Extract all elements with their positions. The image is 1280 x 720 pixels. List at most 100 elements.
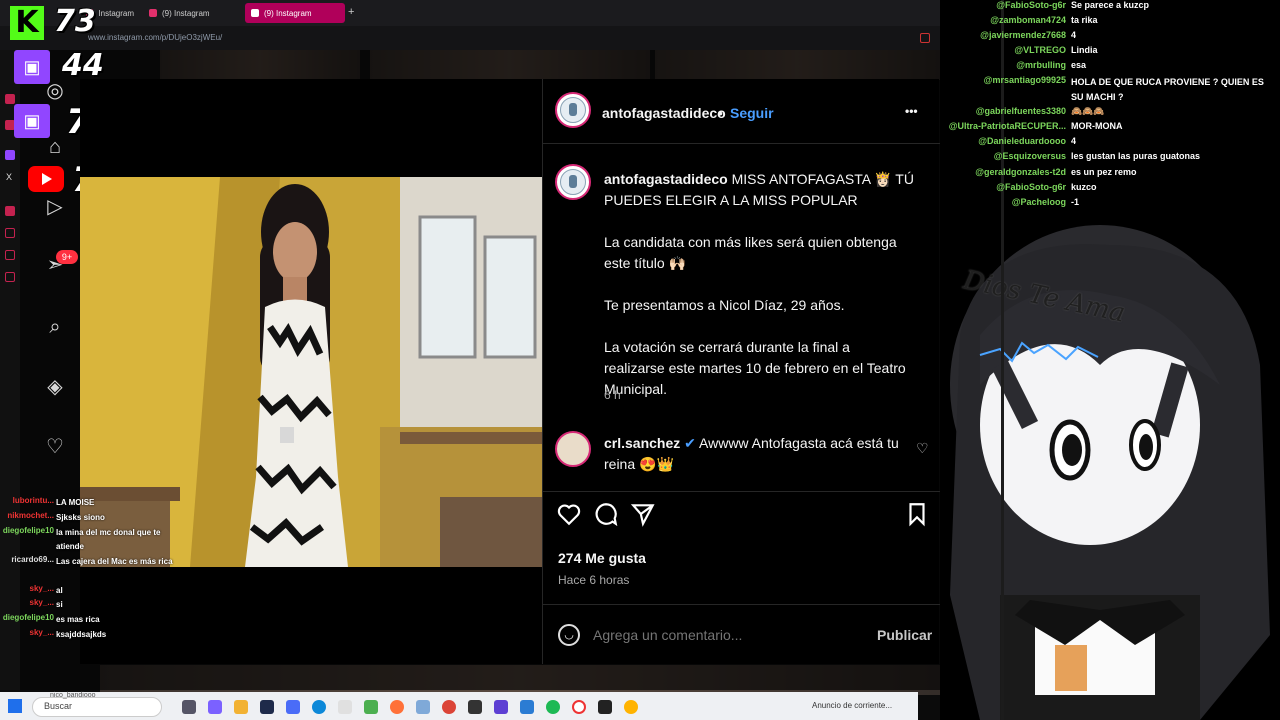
caption-author[interactable]: antofagastadideco	[604, 171, 728, 187]
notifications-heart-icon[interactable]: ♡	[42, 434, 68, 460]
youtube-logo	[28, 166, 64, 192]
chat-username[interactable]: @FabioSoto-g6r	[996, 0, 1066, 10]
live-chat-left: luborintu... LA MOISE nikmochet... Sjksks s…	[0, 495, 200, 675]
chat-username[interactable]: @zamboman4724	[990, 15, 1066, 25]
commenter-avatar[interactable]	[555, 431, 591, 467]
chat-message: Se parece a kuzcp	[1071, 0, 1150, 10]
chat-username[interactable]: @FabioSoto-g6r	[996, 182, 1066, 192]
chat-username[interactable]: diegofelipe10	[3, 526, 54, 535]
verified-badge-icon: ✔	[684, 435, 696, 451]
app-icon[interactable]	[598, 700, 612, 714]
caption-author-avatar[interactable]	[555, 164, 591, 200]
sidebar-app-icon[interactable]	[5, 228, 15, 238]
chat-message: -1	[1071, 197, 1080, 207]
app-icon[interactable]	[546, 700, 560, 714]
live-chat-right: @FabioSoto-g6r Se parece a kuzcp @zamboman…	[940, 0, 1280, 215]
vegas-icon[interactable]	[260, 700, 274, 714]
chat-username[interactable]: @Danieleduardoooo	[978, 136, 1066, 146]
sidebar-app-icon[interactable]	[5, 272, 15, 282]
twitch-viewer-count-1: 44	[62, 48, 104, 83]
app-icon[interactable]	[364, 700, 378, 714]
save-bookmark-icon[interactable]	[904, 501, 930, 527]
caption-line-3: Te presentamos a Nicol Díaz, 29 años.	[604, 297, 845, 313]
kick-viewer-count: 73	[54, 4, 96, 39]
opera-icon[interactable]	[572, 700, 586, 714]
chat-username[interactable]: ricardo69...	[11, 555, 54, 564]
comment-like-heart-icon[interactable]: ♡	[916, 440, 929, 457]
search-icon[interactable]: ⌕	[42, 314, 68, 340]
chat-message: al	[56, 586, 63, 595]
app-icon[interactable]	[468, 700, 482, 714]
taskbar-notification[interactable]: Anuncio de corriente...	[812, 701, 892, 710]
chat-username[interactable]: sky_...	[30, 628, 54, 637]
app-icon[interactable]	[520, 700, 534, 714]
post-details-panel: antofagastadideco • Seguir ••• antofagas…	[542, 79, 940, 664]
follow-button[interactable]: Seguir	[730, 103, 774, 124]
windows-start-icon[interactable]	[8, 699, 22, 713]
chat-username[interactable]: @Ultra-PatriotaRECUPER...	[949, 121, 1066, 131]
twitch-icon[interactable]	[5, 150, 15, 160]
app-icon[interactable]	[624, 700, 638, 714]
tab-instagram-active[interactable]: (9) Instagram	[245, 3, 345, 23]
chat-username[interactable]: @geraldgonzales-t2d	[975, 167, 1066, 177]
chat-username[interactable]: diegofelipe10	[3, 613, 54, 622]
extension-icon[interactable]	[920, 33, 930, 43]
sidebar-app-icon[interactable]	[5, 94, 15, 104]
chat-username[interactable]: luborintu...	[13, 496, 54, 505]
app-icon[interactable]	[338, 700, 352, 714]
author-username[interactable]: antofagastadideco	[602, 103, 726, 124]
share-send-icon[interactable]	[630, 501, 656, 527]
comment-input[interactable]	[593, 624, 843, 646]
chat-username[interactable]: @gabrielfuentes3380	[976, 106, 1066, 116]
chat-username[interactable]: sky_...	[30, 584, 54, 593]
chrome-icon[interactable]	[442, 700, 456, 714]
author-avatar[interactable]	[555, 92, 591, 128]
divider	[543, 604, 940, 605]
comment-bubble-icon[interactable]	[593, 501, 619, 527]
task-view-icon[interactable]	[182, 700, 196, 714]
url-text[interactable]: www.instagram.com/p/DUjeO3zjWEu/	[88, 33, 222, 42]
new-tab-button[interactable]: +	[348, 6, 354, 18]
chat-message: 4	[1071, 30, 1077, 40]
chat-message: ta rika	[1071, 15, 1098, 25]
chat-username[interactable]: @Pacheloog	[1012, 197, 1066, 207]
app-icon[interactable]	[494, 700, 508, 714]
caption-time[interactable]: 6 h	[604, 385, 621, 406]
file-explorer-icon[interactable]	[234, 700, 248, 714]
chat-username[interactable]: @VLTREGO	[1014, 45, 1066, 55]
app-icon[interactable]	[416, 700, 430, 714]
emoji-picker-icon[interactable]: ◡	[558, 624, 580, 646]
edge-icon[interactable]	[312, 700, 326, 714]
chat-message: si	[56, 600, 63, 609]
explore-icon[interactable]: ◈	[42, 374, 68, 400]
publish-button[interactable]: Publicar	[877, 625, 932, 646]
chat-username[interactable]: @Esquizoversus	[994, 151, 1066, 161]
chat-message: Sjksks siono	[56, 513, 105, 522]
tab-instagram-2[interactable]: (9) Instagram	[143, 3, 238, 23]
more-options-icon[interactable]: •••	[905, 101, 918, 122]
chat-message: 4	[1071, 136, 1077, 146]
like-heart-icon[interactable]	[556, 501, 582, 527]
comment-author[interactable]: crl.sanchez	[604, 435, 680, 451]
reels-icon[interactable]: ▷	[42, 194, 68, 220]
firefox-icon[interactable]	[390, 700, 404, 714]
x-icon[interactable]: X	[6, 172, 12, 182]
chat-username[interactable]: @mrsantiago99925	[984, 75, 1066, 85]
post-time: Hace 6 horas	[558, 573, 630, 587]
likes-count[interactable]: 274 Me gusta	[558, 548, 646, 569]
copilot-icon[interactable]	[208, 700, 222, 714]
sidebar-app-icon[interactable]	[5, 250, 15, 260]
chat-message: Las cajera del Mac es más rica	[56, 557, 173, 566]
chat-username[interactable]: @mrbulling	[1016, 60, 1066, 70]
chat-username[interactable]: nikmochet...	[7, 511, 54, 520]
caption-line-4: La votación se cerrará durante la final …	[604, 339, 906, 397]
caption-line-2: La candidata con más likes será quien ob…	[604, 234, 897, 271]
browser-tab-bar: Instagram (9) Instagram (9) Instagram +	[0, 0, 940, 26]
chat-username[interactable]: @javiermendez7668	[980, 30, 1066, 40]
app-icon[interactable]	[286, 700, 300, 714]
chat-message: HOLA DE QUE RUCA PROVIENE ? QUIEN ES SU …	[1071, 77, 1264, 102]
caption-block: antofagastadideco MISS ANTOFAGASTA 👸🏻 TÚ…	[604, 169, 914, 211]
sidebar-app-icon[interactable]	[5, 206, 15, 216]
instagram-icon	[149, 9, 157, 17]
chat-username[interactable]: sky_...	[30, 598, 54, 607]
